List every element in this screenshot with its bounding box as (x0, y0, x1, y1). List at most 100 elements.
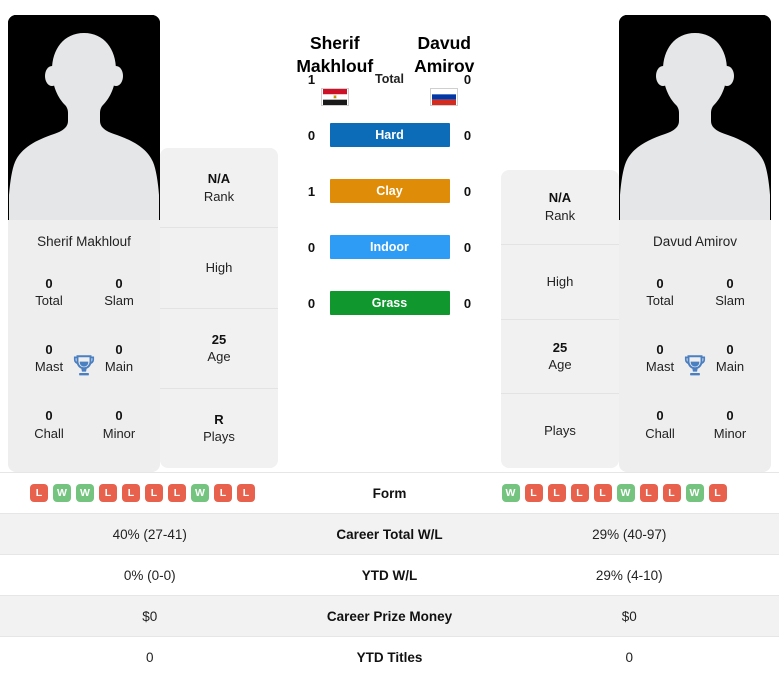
form-badge: W (616, 484, 635, 502)
stat-label-ytd-titles: YTD Titles (299, 636, 480, 678)
form-badge: L (708, 484, 727, 502)
table-row-career-total-wl: 40% (27-41) Career Total W/L 29% (40-97) (0, 513, 779, 555)
form-badge: W (685, 484, 704, 502)
form-badge: L (122, 484, 140, 502)
info-age-value-right: 25 (552, 339, 568, 355)
form-badge: L (524, 484, 543, 502)
info-rank-label-right: Rank (544, 207, 576, 223)
info-plays-label-right: Plays (544, 423, 576, 439)
stat-label-form: Form (299, 472, 480, 514)
title-minor-label-right: Minor (713, 425, 747, 441)
info-age-value-left: 25 (211, 331, 227, 347)
info-card-left: N/A Rank High 25 Age R Plays (160, 148, 278, 468)
player-photo-left (8, 15, 160, 220)
form-badge: W (76, 484, 94, 502)
player-card-right[interactable]: Davud Amirov 0 Total 0 Slam 0 Mast 0 Mai… (619, 15, 771, 472)
title-mast-value-left: 0 (45, 341, 53, 357)
stat-right-ytd-titles: 0 (479, 636, 779, 678)
surface-grass-right-score: 0 (463, 295, 472, 311)
titles-grid-left: 0 Total 0 Slam 0 Mast 0 Main 0 Chall 0 M… (8, 259, 160, 472)
form-badge: L (570, 484, 589, 502)
form-badge: L (547, 484, 566, 502)
info-age-label-left: Age (207, 349, 231, 365)
surface-row-grass: 0 Grass 0 (302, 289, 478, 317)
surface-hard-badge[interactable]: Hard (329, 123, 450, 147)
trophy-icon-svg-left (73, 354, 95, 375)
surface-row-total: 1 Total 0 (302, 65, 478, 93)
trophy-icon-right (682, 353, 708, 379)
surface-row-indoor: 0 Indoor 0 (302, 233, 478, 261)
head-to-head-center: Sherif Makhlouf Davud Amirov 1 Total 0 0… (278, 10, 501, 315)
form-badge: L (99, 484, 117, 502)
surface-clay-badge[interactable]: Clay (329, 179, 450, 203)
title-minor-value-right: 0 (726, 408, 734, 424)
title-mast-label-left: Mast (34, 359, 64, 375)
surface-hard-left-score: 0 (307, 127, 316, 143)
surface-grass-left-score: 0 (307, 295, 316, 311)
title-minor-label-left: Minor (102, 425, 136, 441)
stat-label-career-total-wl: Career Total W/L (299, 513, 480, 555)
info-plays-right: Plays (501, 393, 619, 468)
form-badge: L (168, 484, 186, 502)
title-chall-label-left: Chall (34, 425, 64, 441)
title-slam-value-left: 0 (115, 275, 123, 291)
info-age-left: 25 Age (160, 307, 278, 388)
title-chall-value-right: 0 (656, 408, 664, 424)
stat-right-career-total-wl: 29% (40-97) (479, 513, 779, 555)
info-plays-value-left: R (214, 411, 224, 427)
player-name-right: Davud Amirov (652, 234, 738, 249)
table-row-form: LWWLLLLWLL Form WLLLLWLLWL (0, 472, 779, 514)
info-plays-left: R Plays (160, 387, 278, 468)
info-high-right: High (501, 243, 619, 319)
surface-clay-left-score: 1 (307, 183, 316, 199)
info-high-label-left: High (205, 260, 233, 276)
info-rank-value-left: N/A (207, 171, 231, 187)
form-badge: L (593, 484, 612, 502)
surface-hard-right-score: 0 (463, 127, 472, 143)
title-total-label-left: Total (35, 293, 63, 309)
form-cell-right: WLLLLWLLWL (479, 472, 779, 514)
title-chall-right: 0 Chall (625, 392, 695, 458)
info-rank-left: N/A Rank (160, 148, 278, 227)
surface-clay-right-score: 0 (463, 183, 472, 199)
player-name-left: Sherif Makhlouf (37, 234, 131, 249)
info-rank-label-left: Rank (203, 188, 235, 204)
info-card-right: N/A Rank High 25 Age Plays (501, 170, 619, 468)
surface-indoor-badge[interactable]: Indoor (329, 235, 450, 259)
title-total-label-right: Total (646, 293, 674, 309)
player-photo-right (619, 15, 771, 220)
info-rank-right: N/A Rank (501, 170, 619, 244)
surface-indoor-right-score: 0 (463, 239, 472, 255)
table-row-career-prize-money: $0 Career Prize Money $0 (0, 595, 779, 637)
title-slam-left: 0 Slam (84, 259, 154, 325)
form-badge: W (191, 484, 209, 502)
form-badge: L (639, 484, 658, 502)
title-chall-label-right: Chall (645, 425, 675, 441)
title-total-value-right: 0 (656, 275, 664, 291)
surface-total-left-score: 1 (307, 71, 316, 87)
title-total-value-left: 0 (45, 275, 53, 291)
title-total-left: 0 Total (14, 259, 84, 325)
player-silhouette-icon (619, 15, 771, 220)
stat-left-ytd-wl: 0% (0-0) (0, 554, 300, 596)
surface-total-label: Total (375, 72, 404, 86)
player-first-name-left: Sherif (309, 33, 360, 53)
trophy-icon-svg-right (684, 354, 706, 375)
surface-row-clay: 1 Clay 0 (302, 177, 478, 205)
title-chall-value-left: 0 (45, 408, 53, 424)
title-total-right: 0 Total (625, 259, 695, 325)
form-badge: L (662, 484, 681, 502)
stat-label-ytd-wl: YTD W/L (299, 554, 480, 596)
info-rank-value-right: N/A (548, 190, 572, 206)
title-main-value-right: 0 (726, 341, 734, 357)
surface-breakdown: 1 Total 0 0 Hard 0 1 Clay 0 0 Indoor 0 0 (302, 65, 478, 317)
surface-total-right-score: 0 (463, 71, 472, 87)
comparison-stats-table: LWWLLLLWLL Form WLLLLWLLWL 40% (27-41) C… (0, 472, 779, 678)
form-badge: W (53, 484, 71, 502)
surface-grass-badge[interactable]: Grass (329, 291, 450, 315)
title-main-value-left: 0 (115, 341, 123, 357)
title-main-label-right: Main (715, 359, 745, 375)
title-mast-label-right: Mast (645, 359, 675, 375)
form-strip-right: WLLLLWLLWL (492, 484, 768, 502)
player-card-left[interactable]: Sherif Makhlouf 0 Total 0 Slam 0 Mast 0 … (8, 15, 160, 472)
